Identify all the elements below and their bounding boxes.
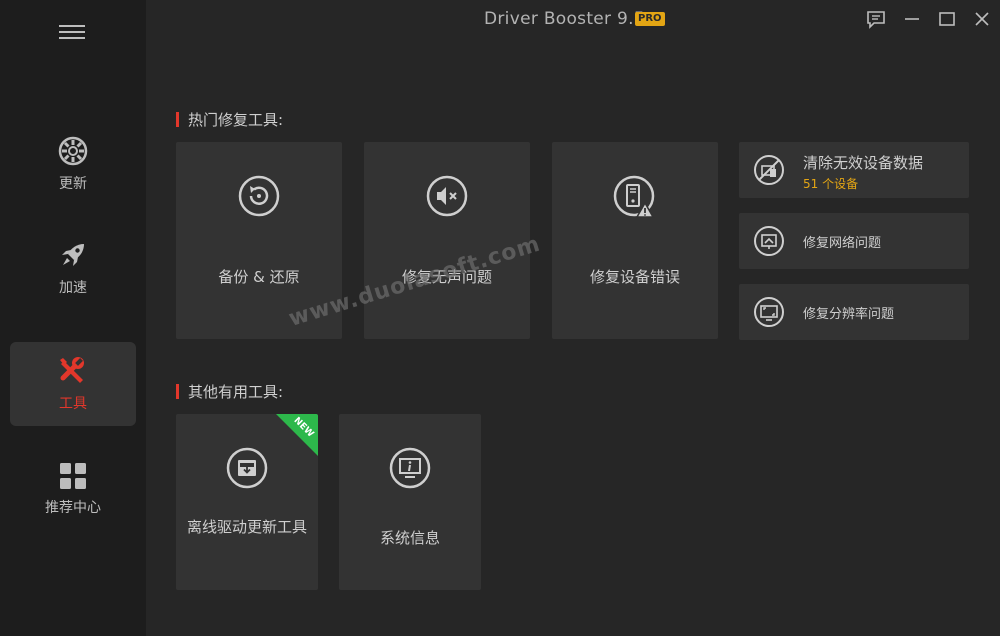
minimize-icon[interactable] [901, 8, 923, 30]
system-info-card[interactable]: 系统信息 [339, 414, 481, 590]
mute-speaker-icon [426, 175, 468, 217]
card-label: 修复设备错误 [589, 268, 680, 286]
clean-device-data-card[interactable]: 清除无效设备数据 51 个设备 [739, 142, 969, 198]
sidebar-item-label: 工具 [59, 396, 87, 412]
feedback-icon[interactable] [865, 8, 887, 30]
sidebar-item-label: 更新 [59, 176, 87, 192]
fix-device-error-card[interactable]: 修复设备错误 [552, 142, 718, 339]
backup-restore-icon [238, 175, 280, 217]
offline-driver-icon [226, 447, 268, 489]
grid-icon [60, 463, 86, 489]
card-label: 修复无声问题 [401, 268, 492, 286]
sidebar-item-label: 加速 [59, 280, 87, 296]
card-label: 备份 & 还原 [218, 268, 300, 286]
title-bar: Driver Booster 9.5 PRO [146, 0, 1000, 38]
card-label: 清除无效设备数据 [803, 154, 924, 172]
tools-icon [60, 357, 84, 383]
offline-driver-update-card[interactable]: NEW 离线驱动更新工具 [176, 414, 318, 590]
sidebar: 更新 加速 工具 推荐中心 [0, 0, 146, 636]
resolution-icon [754, 297, 784, 327]
device-clean-icon [754, 155, 784, 185]
sidebar-item-recommend[interactable]: 推荐中心 [10, 447, 136, 531]
main-panel: Driver Booster 9.5 PRO 热门修复工具: 备份 & 还原 修… [146, 0, 1000, 636]
device-warning-icon [613, 175, 655, 218]
new-badge: NEW [276, 414, 318, 456]
card-label: 系统信息 [379, 529, 440, 547]
pro-badge: PRO [635, 12, 665, 26]
hamburger-menu-icon[interactable] [57, 22, 87, 42]
maximize-icon[interactable] [936, 8, 958, 30]
invalid-device-count: 51 个设备 [803, 177, 859, 191]
sidebar-item-tools[interactable]: 工具 [10, 342, 136, 426]
fix-network-card[interactable]: 修复网络问题 [739, 213, 969, 269]
app-title: Driver Booster 9.5 [484, 9, 645, 29]
backup-restore-card[interactable]: 备份 & 还原 [176, 142, 342, 339]
hot-tools-title: 热门修复工具: [176, 109, 283, 130]
card-label: 修复分辨率问题 [803, 307, 895, 322]
network-icon [754, 226, 784, 256]
fix-no-sound-card[interactable]: 修复无声问题 [364, 142, 530, 339]
other-tools-title: 其他有用工具: [176, 381, 283, 402]
system-info-icon [389, 447, 431, 489]
card-label: 离线驱动更新工具 [186, 518, 307, 536]
close-icon[interactable] [971, 8, 993, 30]
sidebar-item-update[interactable]: 更新 [10, 122, 136, 206]
fix-resolution-card[interactable]: 修复分辨率问题 [739, 284, 969, 340]
sidebar-item-label: 推荐中心 [45, 500, 101, 516]
sidebar-item-boost[interactable]: 加速 [10, 226, 136, 310]
update-icon [58, 136, 88, 166]
rocket-icon [62, 244, 84, 266]
card-label: 修复网络问题 [803, 236, 882, 251]
